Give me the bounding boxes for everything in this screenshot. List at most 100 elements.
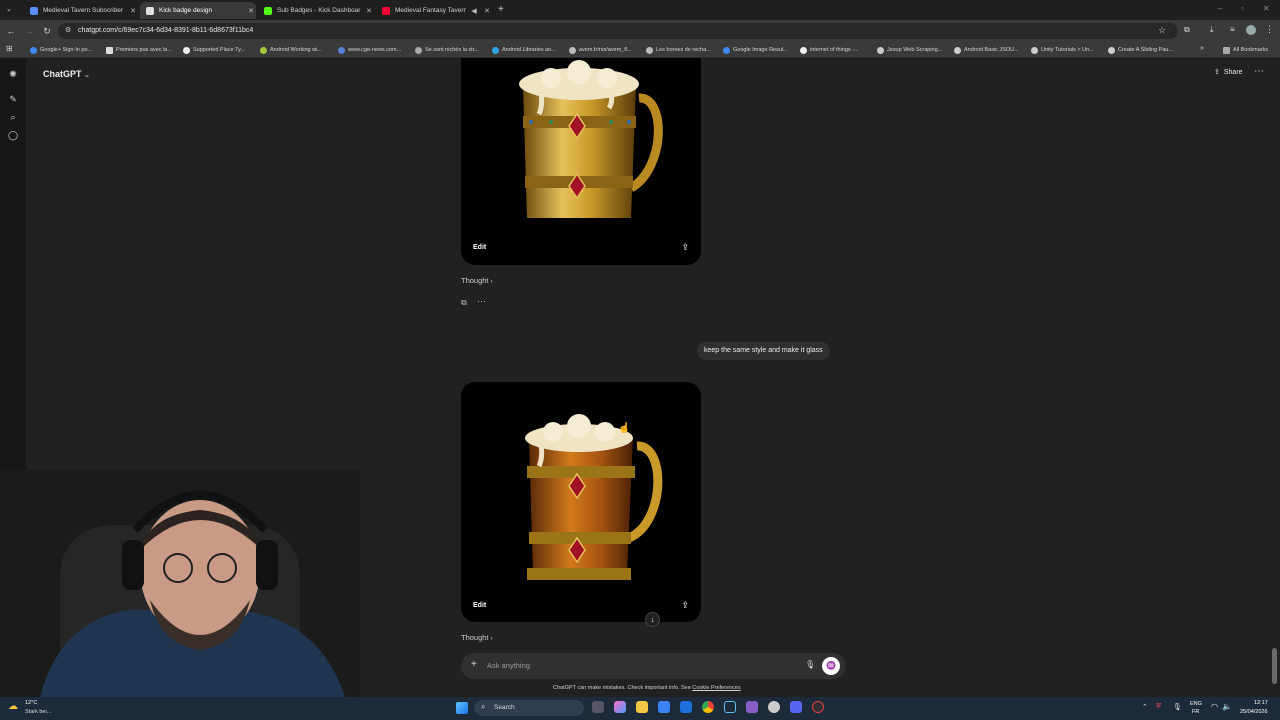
mail-icon[interactable] [680, 701, 692, 713]
bookmark-item[interactable]: Supported Place Ty... [183, 45, 245, 55]
tab-kick-badge[interactable]: Kick badge design ✕ [140, 2, 256, 19]
clock-time[interactable]: 12:17 [1254, 700, 1268, 706]
microphone-icon[interactable]: 🎙 [805, 660, 815, 669]
tab-close-icon[interactable]: ✕ [128, 7, 138, 15]
bookmark-item[interactable]: Se sont nichés la str... [415, 45, 479, 55]
apps-icon[interactable]: ⊞ [6, 44, 13, 53]
file-explorer-icon[interactable] [636, 701, 648, 713]
model-selector[interactable]: ChatGPT ⌄ [43, 69, 90, 79]
download-image-icon[interactable]: ⇪ [681, 600, 689, 611]
bookmarks-overflow-icon[interactable]: » [1200, 45, 1204, 52]
search-icon[interactable]: ⌕ [7, 111, 19, 123]
clock-date[interactable]: 25/04/2026 [1240, 709, 1268, 715]
scroll-down-button[interactable]: ↓ [645, 612, 660, 627]
obs-icon[interactable] [812, 701, 824, 713]
tray-overflow-icon[interactable]: ⌃ [1142, 703, 1148, 711]
tab-search-icon[interactable]: ⌄ [6, 5, 16, 15]
weather-icon[interactable]: ☁ [8, 701, 18, 712]
profile-icon[interactable] [1246, 25, 1256, 35]
maximize-icon[interactable]: ▫ [1241, 4, 1244, 13]
image-edit-button[interactable]: Edit [473, 244, 486, 251]
bookmark-item[interactable]: Android Basic JSOU... [954, 45, 1019, 55]
volume-icon[interactable]: 🔈 [1222, 702, 1232, 711]
bookmark-icon [260, 46, 267, 54]
discord-icon[interactable] [790, 701, 802, 713]
bookmark-item[interactable]: Unity Tutorials > Un... [1031, 45, 1094, 55]
thought-toggle[interactable]: Thought › [461, 633, 493, 642]
more-browser-icon[interactable]: ⋮ [1265, 24, 1274, 35]
download-icon[interactable]: ⤓ [1210, 25, 1214, 35]
copy-icon[interactable]: ⧉ [461, 298, 467, 308]
lang-bottom[interactable]: FR [1192, 709, 1199, 715]
image-edit-button[interactable]: Edit [473, 602, 486, 609]
voice-mode-button[interactable]: ♒ [822, 657, 840, 675]
bookmark-item[interactable]: Create A Sliding Pau... [1108, 45, 1173, 55]
copilot-icon[interactable] [614, 701, 626, 713]
bookmark-icon [646, 46, 653, 54]
bookmark-item[interactable]: www.cge-news.com... [338, 45, 401, 55]
tab-close-icon[interactable]: ✕ [246, 7, 256, 15]
bookmark-item[interactable]: Google Image Resul... [723, 45, 788, 55]
reload-icon[interactable]: ↻ [41, 25, 53, 37]
url-text[interactable]: chatgpt.com/c/69ec7c34-6d34-8391-8b11-6d… [78, 27, 253, 34]
github-icon[interactable] [768, 701, 780, 713]
thought-toggle[interactable]: Thought › [461, 276, 493, 285]
tab-favicon-icon [264, 6, 272, 15]
tab-favicon-icon [30, 6, 38, 15]
more-options-icon[interactable]: ⋯ [1254, 66, 1264, 77]
bookmark-item[interactable]: Android Working wi... [260, 45, 322, 55]
tab-medieval-fantasy[interactable]: Medieval Fantasy Tavern 3 ◀ ✕ [376, 2, 492, 19]
library-icon[interactable]: ◯ [7, 129, 19, 141]
bookmark-star-icon[interactable]: ☆ [1158, 25, 1166, 36]
share-label: Share [1223, 68, 1243, 76]
tab-sub-badges[interactable]: Sub Badges - Kick Dashboard ✕ [258, 2, 374, 19]
tray-mic-icon[interactable]: 🎙 [1173, 703, 1182, 711]
taskbar-search-box[interactable] [474, 700, 584, 716]
share-button[interactable]: ⇪ Share [1214, 68, 1243, 77]
all-bookmarks[interactable]: All Bookmarks [1223, 45, 1268, 55]
start-icon[interactable] [456, 702, 468, 714]
bookmark-label: Premiers pas avec la... [116, 47, 172, 53]
all-bookmarks-label: All Bookmarks [1233, 47, 1269, 53]
tab-audio-icon[interactable]: ◀ [470, 7, 478, 15]
more-actions-icon[interactable]: ⋯ [477, 296, 486, 307]
page-scrollbar[interactable] [1272, 648, 1277, 684]
tray-app-icon[interactable]: ⛨ [1156, 703, 1161, 711]
menu-icon[interactable]: ≡ [1230, 25, 1235, 34]
disclaimer-text: ChatGPT can make mistakes. Check importa… [553, 685, 741, 691]
bookmark-item[interactable]: Jsoup Web Scraping... [877, 45, 942, 55]
tab-close-icon[interactable]: ✕ [482, 7, 492, 15]
message-input[interactable]: Ask anything [487, 661, 530, 670]
forward-icon[interactable]: → [23, 25, 35, 37]
window-close-icon[interactable]: ✕ [1263, 4, 1270, 13]
bookmark-item[interactable]: Les bornes de recha... [646, 45, 711, 55]
site-info-icon[interactable]: ⚙ [65, 26, 71, 34]
minimize-icon[interactable]: – [1218, 4, 1222, 13]
task-view-icon[interactable] [592, 701, 604, 713]
new-chat-icon[interactable]: ✎ [7, 93, 19, 105]
download-image-icon[interactable]: ⇪ [681, 242, 689, 253]
bookmark-label: internet of things -... [810, 47, 859, 53]
store-icon[interactable] [658, 701, 670, 713]
extensions-icon[interactable]: ⧉ [1184, 25, 1190, 35]
tab-medieval-tavern[interactable]: Medieval Tavern Subscriber Ba... ✕ [24, 2, 138, 19]
bookmark-label: www.cge-news.com... [348, 47, 402, 53]
bookmark-item[interactable]: internet of things -... [800, 45, 859, 55]
openai-logo-icon[interactable]: ✺ [7, 68, 19, 80]
steam-icon[interactable] [724, 701, 736, 713]
add-attachment-icon[interactable]: + [471, 659, 477, 670]
back-icon[interactable]: ← [5, 25, 17, 37]
visual-studio-icon[interactable] [746, 701, 758, 713]
chrome-icon[interactable] [702, 701, 714, 713]
bookmark-item[interactable]: Android Libraries an... [492, 45, 556, 55]
bookmark-item[interactable]: Google+ Sign-In po... [30, 45, 92, 55]
bookmark-item[interactable]: avem.fr/rss/avem_fl... [569, 45, 632, 55]
generated-image-card[interactable]: Edit ⇪ [461, 58, 701, 265]
tab-close-icon[interactable]: ✕ [364, 7, 374, 15]
generated-image-card[interactable]: Edit ⇪ [461, 382, 701, 622]
cookie-preferences-link[interactable]: Cookie Preferences [692, 685, 740, 691]
wifi-icon[interactable]: ◠ [1211, 702, 1218, 711]
new-tab-icon[interactable]: + [498, 4, 504, 15]
bookmark-item[interactable]: Premiers pas avec la... [106, 45, 172, 55]
lang-top[interactable]: ENG [1190, 701, 1202, 707]
